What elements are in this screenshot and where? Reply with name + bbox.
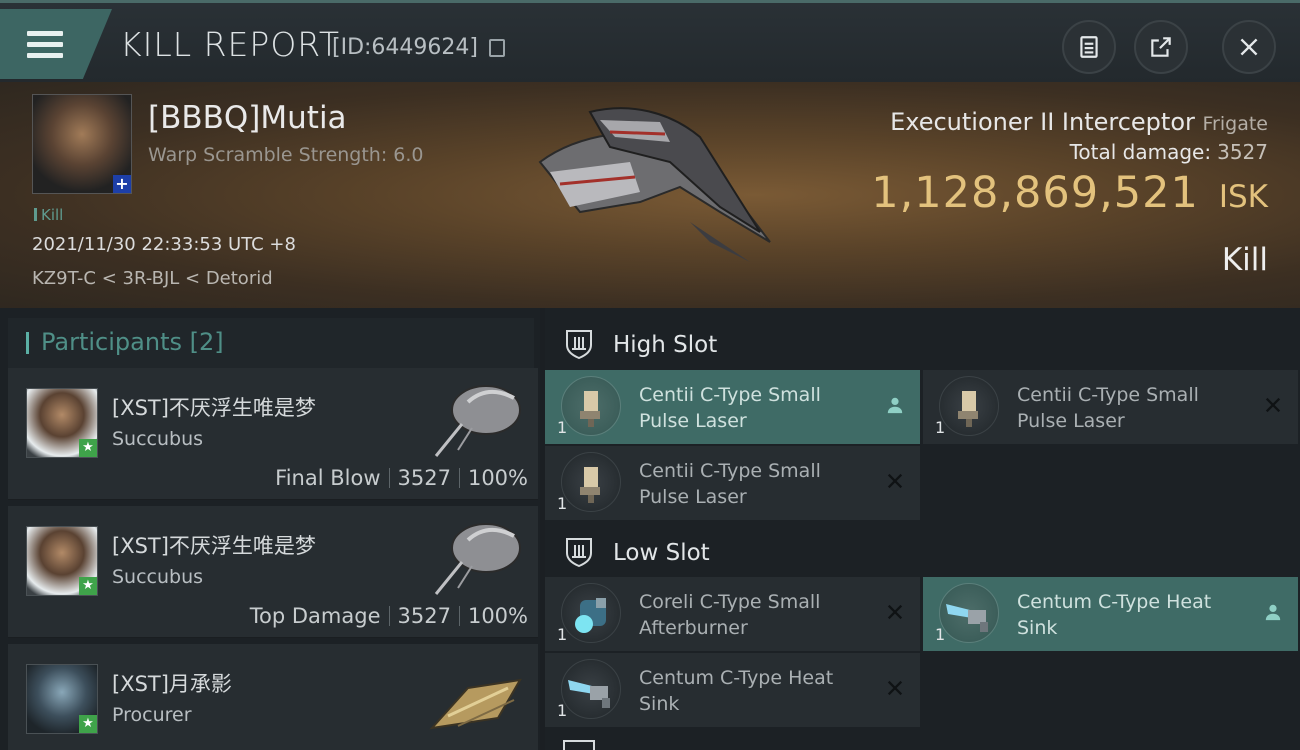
participant-avatar[interactable]: ★ [26,664,98,734]
pulse-laser-icon [939,376,999,436]
low-slot-header: Low Slot [545,522,925,578]
star-icon: ★ [79,715,97,733]
participants-title: Participants [2] [41,328,224,356]
module-quantity: 1 [557,418,568,437]
kill-tag: Kill [34,206,63,224]
victim-avatar[interactable]: + [32,94,132,194]
participant-ship-image [434,523,521,595]
participant-ship: Procurer [112,704,192,726]
participant-name: [XST]不厌浮生唯是梦 [112,396,316,420]
participant-percent: 100% [467,604,528,628]
clipboard-icon [1080,36,1098,58]
isk-value: 1,128,869,521 [871,168,1199,218]
destroyed-icon [1262,394,1284,416]
module-slot[interactable]: 1 Centii C-Type Small Pulse Laser [923,370,1298,444]
participant-role: Final Blow [275,466,381,490]
kill-location: KZ9T-C < 3R-BJL < Detorid [32,268,273,289]
low-slot-title: Low Slot [613,540,710,566]
page-title: KILL REPORT [120,25,340,64]
participant-damage: 3527 [397,466,451,490]
module-name: Centum C-Type Heat Sink [639,667,834,715]
top-bar: KILL REPORT [ID:6449624] [0,0,1300,82]
module-name: Centii C-Type Small Pulse Laser [1017,384,1199,432]
isk-unit: ISK [1218,179,1268,215]
isk-loss: 1,128,869,521 ISK [871,168,1268,218]
participant-role: Top Damage [249,604,381,628]
participant-ship-image [429,678,522,730]
participant-card[interactable]: ★ [XST]月承影 Procurer [8,644,538,750]
module-quantity: 1 [557,701,568,720]
destroyed-icon [884,470,906,492]
high-slot-header: High Slot [545,314,925,370]
participant-card[interactable]: ★ [XST]不厌浮生唯是梦 Succubus Final Blow 3527 10… [8,368,538,500]
total-damage: Total damage: 3527 [1070,140,1268,164]
person-icon [884,394,906,416]
victim-name[interactable]: [BBBQ]Mutia [148,100,347,136]
module-slot[interactable]: 1 Coreli C-Type Small Afterburner [545,577,920,651]
heat-sink-icon [939,583,999,643]
high-slot-icon [566,330,592,360]
victim-summary: + [BBBQ]Mutia Warp Scramble Strength: 6.… [0,82,1300,308]
destroyed-icon [884,601,906,623]
ship-class: Frigate [1202,113,1268,135]
module-quantity: 1 [557,494,568,513]
participant-card[interactable]: ★ [XST]不厌浮生唯是梦 Succubus Top Damage 3527 10… [8,506,538,638]
destroyed-icon [884,677,906,699]
module-name: Centii C-Type Small Pulse Laser [639,460,821,508]
person-icon [1262,601,1284,623]
kill-datetime: 2021/11/30 22:33:53 UTC +8 [32,234,296,255]
total-damage-label: Total damage: [1069,140,1212,164]
star-icon: ★ [79,439,97,457]
hamburger-icon [27,31,63,64]
heat-sink-icon [561,659,621,719]
participants-header: Participants [2] [8,318,534,368]
share-button[interactable] [1134,20,1188,74]
pulse-laser-icon [561,376,621,436]
next-slot-icon [563,740,595,750]
close-icon [1240,38,1258,56]
participant-ship: Succubus [112,428,204,450]
module-quantity: 1 [935,625,946,644]
low-slot-icon [566,538,592,568]
fitting-panel: High Slot 1 Centii C-Type Small Pulse La… [545,308,1300,750]
participant-name: [XST]月承影 [112,672,232,696]
menu-button[interactable] [0,9,112,79]
participant-stats: Final Blow 3527 100% [275,466,528,490]
afterburner-icon [561,583,621,643]
participant-ship-image [434,385,521,457]
result-label: Kill [1221,242,1268,278]
victim-ship-image [538,107,771,262]
share-icon [1151,37,1171,57]
module-name: Coreli C-Type Small Afterburner [639,591,821,639]
close-button[interactable] [1222,20,1276,74]
report-id: [ID:6449624] [332,35,478,60]
victim-ship-name[interactable]: Executioner II Interceptor Frigate [890,108,1268,136]
corp-badge-icon: + [113,175,131,193]
module-name: Centii C-Type Small Pulse Laser [639,384,821,432]
participant-avatar[interactable]: ★ [26,526,98,596]
copy-icon[interactable] [489,39,505,57]
module-name: Centum C-Type Heat Sink [1017,591,1212,639]
pulse-laser-icon [561,452,621,512]
participant-ship: Succubus [112,566,204,588]
module-slot[interactable]: 1 Centum C-Type Heat Sink [923,577,1298,651]
module-quantity: 1 [935,418,946,437]
participant-damage: 3527 [397,604,451,628]
star-icon: ★ [79,577,97,595]
participant-avatar[interactable]: ★ [26,388,98,458]
module-slot[interactable]: 1 Centii C-Type Small Pulse Laser [545,446,920,520]
total-damage-value: 3527 [1217,140,1268,164]
ship-name-text: Executioner II Interceptor [890,108,1195,136]
warp-scramble-strength: Warp Scramble Strength: 6.0 [148,144,424,166]
participant-stats: Top Damage 3527 100% [250,604,528,628]
high-slot-title: High Slot [613,332,718,358]
participants-panel: Participants [2] ★ [XST]不厌浮生唯是梦 Succubus… [0,308,540,750]
module-slot[interactable]: 1 Centii C-Type Small Pulse Laser [545,370,920,444]
participant-percent: 100% [467,466,528,490]
module-slot[interactable]: 1 Centum C-Type Heat Sink [545,653,920,727]
participant-name: [XST]不厌浮生唯是梦 [112,534,316,558]
module-quantity: 1 [557,625,568,644]
clipboard-button[interactable] [1062,20,1116,74]
